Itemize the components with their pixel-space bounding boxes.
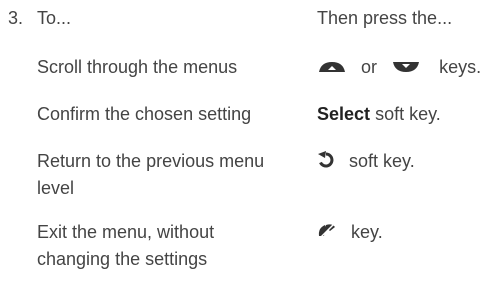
back-arrow-icon — [317, 151, 335, 174]
step-number: 3. — [8, 8, 24, 28]
row-action-confirm: Confirm the chosen setting — [37, 104, 252, 124]
scroll-down-key-icon — [391, 58, 421, 80]
row-key-scroll: or keys. — [317, 56, 499, 80]
suffix-soft-key-2: soft key. — [349, 151, 415, 171]
select-label: Select — [317, 104, 371, 124]
row-key-return: soft key. — [317, 150, 499, 174]
row-key-exit: key. — [317, 221, 499, 245]
row-action-exit: Exit the menu, without changing the sett… — [37, 222, 215, 269]
column-header-action: To... — [37, 8, 72, 28]
row-action-scroll: Scroll through the menus — [37, 57, 238, 77]
end-call-key-icon — [317, 222, 337, 245]
suffix-soft-key: soft key. — [375, 104, 441, 124]
row-key-confirm: Select soft key. — [317, 103, 499, 125]
column-header-key: Then press the... — [317, 8, 453, 28]
scroll-up-key-icon — [317, 58, 347, 80]
instruction-table: 3. To... Then press the... Scroll throug… — [0, 0, 499, 291]
suffix-keys: keys. — [439, 57, 482, 77]
connector-or: or — [361, 57, 378, 77]
row-action-return: Return to the previous menu level — [37, 151, 265, 198]
suffix-key: key. — [351, 222, 383, 242]
